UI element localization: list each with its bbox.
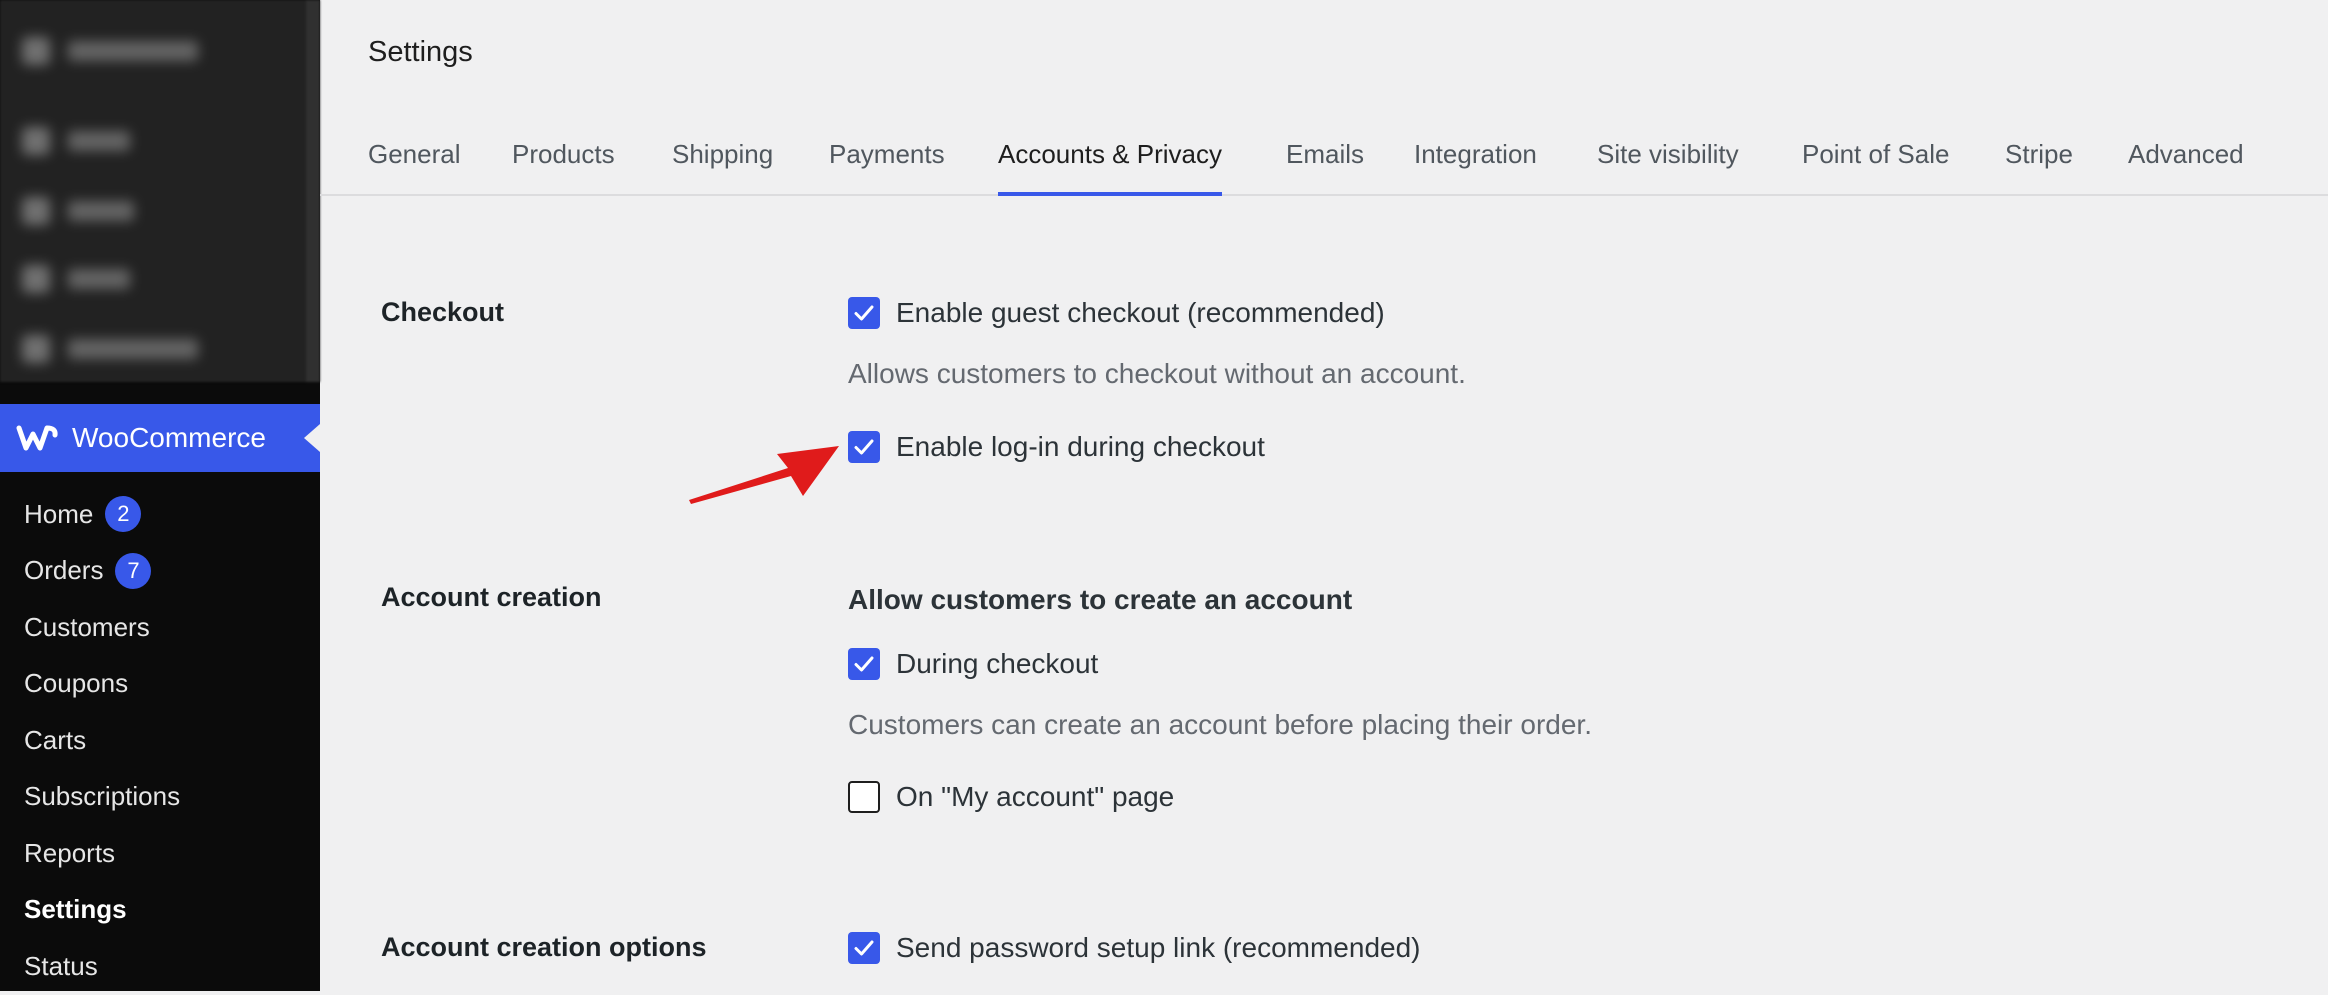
blurred-menu-item bbox=[22, 264, 130, 294]
blurred-menu-item bbox=[22, 126, 130, 156]
tab-general[interactable]: General bbox=[368, 126, 461, 194]
password-setup-link-label[interactable]: Send password setup link (recommended) bbox=[896, 932, 1420, 964]
submenu-item-label: Customers bbox=[24, 611, 150, 642]
submenu-item-label: Orders bbox=[24, 555, 104, 586]
guest-checkout-checkbox[interactable] bbox=[848, 297, 880, 329]
tab-point-of-sale[interactable]: Point of Sale bbox=[1802, 126, 1949, 194]
woo-logo-icon bbox=[16, 425, 58, 451]
login-during-checkout-checkbox[interactable] bbox=[848, 431, 880, 463]
current-menu-indicator bbox=[304, 424, 320, 452]
woocommerce-menu-item[interactable]: WooCommerce bbox=[0, 404, 320, 472]
checkmark-icon bbox=[854, 940, 874, 956]
during-checkout-checkbox[interactable] bbox=[848, 648, 880, 680]
tab-integration[interactable]: Integration bbox=[1414, 126, 1537, 194]
count-badge: 2 bbox=[105, 496, 142, 533]
tab-advanced[interactable]: Advanced bbox=[2128, 126, 2244, 194]
submenu-item-subscriptions[interactable]: Subscriptions bbox=[0, 769, 320, 826]
guest-checkout-label[interactable]: Enable guest checkout (recommended) bbox=[896, 297, 1385, 329]
red-arrow-annotation-icon bbox=[689, 446, 839, 504]
tab-shipping[interactable]: Shipping bbox=[672, 126, 773, 194]
submenu-item-label: Home bbox=[24, 498, 94, 529]
submenu-item-label: Status bbox=[24, 950, 98, 981]
woocommerce-submenu: Home 2 Orders 7 Customers Coupons Carts … bbox=[0, 486, 320, 995]
blurred-menu-area bbox=[0, 0, 320, 382]
login-during-checkout-label[interactable]: Enable log-in during checkout bbox=[896, 431, 1265, 463]
tab-emails[interactable]: Emails bbox=[1286, 126, 1364, 194]
blurred-menu-item bbox=[22, 196, 134, 226]
submenu-item-home[interactable]: Home 2 bbox=[0, 486, 320, 543]
checkmark-icon bbox=[854, 439, 874, 455]
section-label-account-creation: Account creation bbox=[381, 582, 602, 612]
tab-site-visibility[interactable]: Site visibility bbox=[1597, 126, 1739, 194]
submenu-item-reports[interactable]: Reports bbox=[0, 825, 320, 882]
tab-payments[interactable]: Payments bbox=[829, 126, 945, 194]
submenu-item-coupons[interactable]: Coupons bbox=[0, 656, 320, 713]
blurred-menu-item bbox=[22, 36, 198, 66]
submenu-item-carts[interactable]: Carts bbox=[0, 712, 320, 769]
password-setup-link-checkbox[interactable] bbox=[848, 932, 880, 964]
during-checkout-description: Customers can create an account before p… bbox=[848, 709, 1592, 740]
page-title: Settings bbox=[368, 36, 473, 68]
submenu-item-label: Settings bbox=[24, 894, 127, 925]
submenu-item-label: Reports bbox=[24, 837, 116, 868]
my-account-page-checkbox[interactable] bbox=[848, 781, 880, 813]
count-badge: 7 bbox=[115, 552, 152, 589]
account-creation-subheading: Allow customers to create an account bbox=[848, 584, 1353, 615]
submenu-item-label: Subscriptions bbox=[24, 781, 181, 812]
checkmark-icon bbox=[854, 656, 874, 672]
section-label-account-creation-options: Account creation options bbox=[381, 932, 707, 962]
during-checkout-label[interactable]: During checkout bbox=[896, 648, 1098, 680]
submenu-item-customers[interactable]: Customers bbox=[0, 599, 320, 656]
my-account-page-label[interactable]: On "My account" page bbox=[896, 781, 1174, 813]
submenu-item-settings[interactable]: Settings bbox=[0, 882, 320, 939]
woocommerce-title: WooCommerce bbox=[72, 422, 266, 453]
checkmark-icon bbox=[854, 305, 874, 321]
section-label-checkout: Checkout bbox=[381, 297, 505, 327]
tab-products[interactable]: Products bbox=[512, 126, 615, 194]
submenu-item-orders[interactable]: Orders 7 bbox=[0, 543, 320, 600]
blurred-menu-item bbox=[22, 334, 198, 364]
submenu-item-status[interactable]: Status bbox=[0, 938, 320, 995]
submenu-item-label: Carts bbox=[24, 724, 87, 755]
tab-stripe[interactable]: Stripe bbox=[2005, 126, 2073, 194]
admin-sidebar: WooCommerce Home 2 Orders 7 Customers Co… bbox=[0, 0, 320, 991]
submenu-item-label: Coupons bbox=[24, 668, 129, 699]
guest-checkout-description: Allows customers to checkout without an … bbox=[848, 358, 1466, 389]
settings-tabs: General Products Shipping Payments Accou… bbox=[320, 126, 2328, 196]
tab-accounts-privacy[interactable]: Accounts & Privacy bbox=[998, 126, 1222, 196]
